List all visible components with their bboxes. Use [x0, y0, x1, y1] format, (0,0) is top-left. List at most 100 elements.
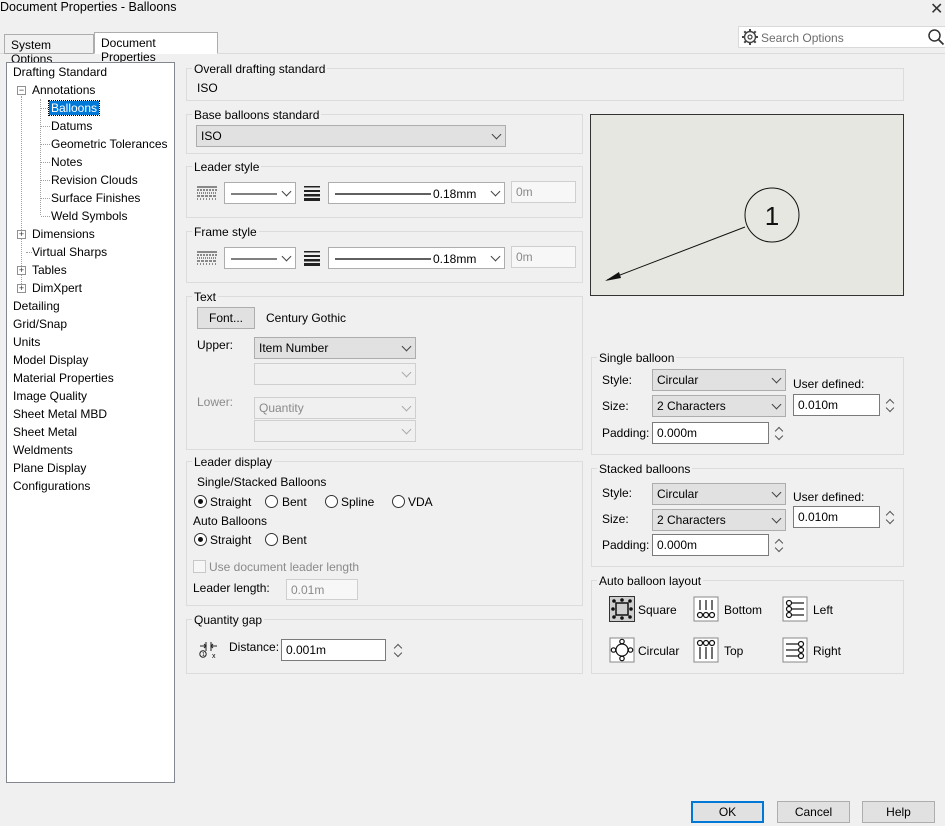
- single-padding-label: Padding:: [602, 426, 650, 440]
- stacked-size-select[interactable]: 2 Characters: [652, 509, 786, 531]
- auto-layout-group: [591, 580, 904, 674]
- lower-custom-select[interactable]: [254, 420, 416, 442]
- single-user-defined-spinner[interactable]: [885, 394, 895, 416]
- upper-custom-select[interactable]: [254, 363, 416, 385]
- upper-text-select[interactable]: Item Number: [254, 337, 416, 359]
- tree-item-weldments[interactable]: Weldments: [13, 443, 73, 457]
- tree-item-dimxpert[interactable]: DimXpert: [32, 281, 82, 295]
- tree-item-datums[interactable]: Datums: [51, 119, 92, 133]
- search-box[interactable]: Search Options: [738, 26, 945, 48]
- search-icon[interactable]: [927, 28, 945, 49]
- stacked-style-select[interactable]: Circular: [652, 483, 786, 505]
- tree-item-sheet-metal[interactable]: Sheet Metal: [13, 425, 77, 439]
- single-user-defined-input[interactable]: 0.010m: [793, 394, 880, 416]
- single-style-select[interactable]: Circular: [652, 369, 786, 391]
- right-layout-icon[interactable]: [782, 637, 808, 663]
- tree-item-balloons[interactable]: Balloons: [47, 100, 101, 116]
- leader-length-input[interactable]: 0.01m: [286, 579, 358, 600]
- expand-icon[interactable]: +: [17, 284, 26, 293]
- spline-label: Spline: [341, 495, 375, 509]
- search-input[interactable]: Search Options: [761, 31, 844, 45]
- bent-radio[interactable]: [265, 495, 278, 508]
- ok-button[interactable]: OK: [691, 801, 764, 823]
- chevron-down-icon: [771, 373, 782, 384]
- circular-layout-icon[interactable]: [609, 637, 635, 663]
- tree-item-model-display[interactable]: Model Display: [13, 353, 88, 367]
- square-layout-icon[interactable]: [609, 596, 635, 622]
- options-tree[interactable]: Drafting Standard − Annotations Balloons…: [6, 62, 175, 783]
- frame-thickness-select[interactable]: 0.18mm: [328, 247, 505, 269]
- vda-radio[interactable]: [392, 495, 405, 508]
- tree-item-image-quality[interactable]: Image Quality: [13, 389, 87, 403]
- base-standard-value: ISO: [201, 129, 222, 143]
- tree-item-dimensions[interactable]: Dimensions: [32, 227, 95, 241]
- single-padding-input[interactable]: 0.000m: [652, 422, 769, 444]
- leader-custom-thickness-input[interactable]: 0m: [511, 181, 576, 203]
- tree-item-drafting-standard[interactable]: Drafting Standard: [13, 65, 107, 79]
- chevron-down-icon: [771, 399, 782, 410]
- auto-bent-radio[interactable]: [265, 533, 278, 546]
- distance-spinner[interactable]: [393, 639, 403, 661]
- stacked-padding-spinner[interactable]: [774, 534, 784, 556]
- chevron-down-icon: [490, 186, 501, 197]
- single-size-select[interactable]: 2 Characters: [652, 395, 786, 417]
- tree-item-weld-symbols[interactable]: Weld Symbols: [51, 209, 127, 223]
- expand-icon[interactable]: +: [17, 266, 26, 275]
- tree-item-virtual-sharps[interactable]: Virtual Sharps: [32, 245, 107, 259]
- tree-item-material-properties[interactable]: Material Properties: [13, 371, 114, 385]
- font-button[interactable]: Font...: [197, 307, 255, 329]
- bottom-layout-label[interactable]: Bottom: [724, 603, 762, 617]
- tree-item-notes[interactable]: Notes: [51, 155, 82, 169]
- right-layout-label[interactable]: Right: [813, 644, 841, 658]
- tree-item-configurations[interactable]: Configurations: [13, 479, 90, 493]
- frame-line-style-select[interactable]: [224, 247, 296, 269]
- use-doc-length-checkbox[interactable]: [193, 560, 206, 573]
- stacked-user-defined-input[interactable]: 0.010m: [793, 506, 880, 528]
- tree-item-grid-snap[interactable]: Grid/Snap: [13, 317, 67, 331]
- left-layout-label[interactable]: Left: [813, 603, 833, 617]
- upper-label: Upper:: [197, 338, 234, 352]
- spline-radio[interactable]: [325, 495, 338, 508]
- chevron-down-icon: [281, 251, 292, 262]
- straight-radio[interactable]: [194, 495, 207, 508]
- close-icon[interactable]: ✕: [930, 0, 943, 19]
- cancel-button[interactable]: Cancel: [777, 801, 850, 823]
- tab-system-options[interactable]: System Options: [4, 34, 94, 66]
- auto-straight-radio[interactable]: [194, 533, 207, 546]
- single-padding-spinner[interactable]: [774, 422, 784, 444]
- circular-layout-label[interactable]: Circular: [638, 644, 679, 658]
- collapse-icon[interactable]: −: [17, 86, 26, 95]
- leader-line-style-select[interactable]: [224, 182, 296, 204]
- tree-item-tables[interactable]: Tables: [32, 263, 67, 277]
- distance-input[interactable]: 0.001m: [281, 639, 386, 661]
- frame-custom-thickness-input[interactable]: 0m: [511, 246, 576, 268]
- tree-item-surface-finishes[interactable]: Surface Finishes: [51, 191, 140, 205]
- top-layout-label[interactable]: Top: [724, 644, 743, 658]
- stacked-padding-input[interactable]: 0.000m: [652, 534, 769, 556]
- tree-item-geometric-tolerances[interactable]: Geometric Tolerances: [51, 137, 168, 151]
- base-standard-select[interactable]: ISO: [196, 125, 506, 147]
- tree-item-units[interactable]: Units: [13, 335, 40, 349]
- help-button[interactable]: Help: [862, 801, 935, 823]
- window-title: Document Properties - Balloons: [0, 0, 177, 14]
- base-standard-label: Base balloons standard: [192, 108, 322, 122]
- tree-item-sheet-metal-mbd[interactable]: Sheet Metal MBD: [13, 407, 107, 421]
- left-layout-icon[interactable]: [782, 596, 808, 622]
- bottom-layout-icon[interactable]: [693, 596, 719, 622]
- tree-item-plane-display[interactable]: Plane Display: [13, 461, 86, 475]
- square-layout-label[interactable]: Square: [638, 603, 677, 617]
- text-group-label: Text: [192, 290, 219, 304]
- chevron-down-icon: [401, 367, 412, 378]
- lower-text-select[interactable]: Quantity: [254, 397, 416, 419]
- leader-thickness-select[interactable]: 0.18mm: [328, 182, 505, 204]
- line-weight-icon: [303, 250, 321, 269]
- tree-item-annotations[interactable]: Annotations: [32, 83, 95, 97]
- top-layout-icon[interactable]: [693, 637, 719, 663]
- line-weight-icon: [303, 185, 321, 204]
- use-doc-length-label: Use document leader length: [209, 560, 360, 574]
- stacked-user-defined-spinner[interactable]: [885, 506, 895, 528]
- tree-item-detailing[interactable]: Detailing: [13, 299, 60, 313]
- tree-item-revision-clouds[interactable]: Revision Clouds: [51, 173, 138, 187]
- expand-icon[interactable]: +: [17, 230, 26, 239]
- tab-document-properties[interactable]: Document Properties: [94, 32, 218, 64]
